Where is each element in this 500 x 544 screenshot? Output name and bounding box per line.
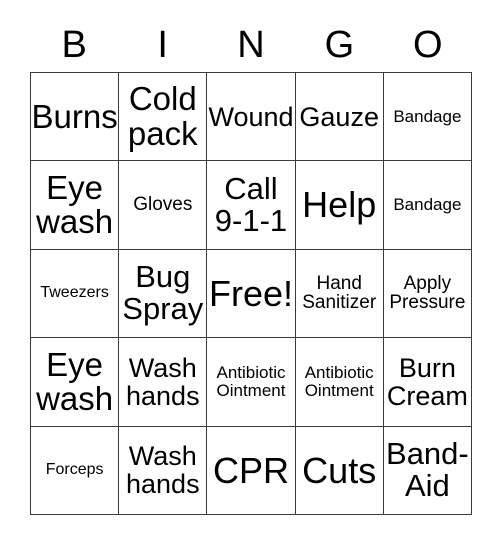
bingo-cell-label: Wash hands [126,352,200,411]
bingo-cell-label: Band- Aid [386,436,469,504]
bingo-cell[interactable]: Bandage [383,73,472,162]
bingo-cell[interactable]: Call 9-1-1 [207,161,296,250]
bingo-cell[interactable]: Gauze [295,73,384,162]
bingo-cell-label: Tweezers [40,284,109,302]
bingo-cell-label: Cuts [302,449,377,491]
bingo-cell-free[interactable]: Free! [207,249,296,339]
bingo-cell-label: Antibiotic Ointment [304,363,374,400]
bingo-cell[interactable]: Antibiotic Ointment [295,338,384,427]
bingo-cell-label: Call 9-1-1 [214,170,288,239]
bingo-card: B I N G O Burns Cold pack Wound Gauze Ba… [0,0,500,544]
bingo-cell-label: Free! [208,272,294,314]
bingo-cell[interactable]: Gloves [119,161,208,250]
bingo-cell[interactable]: Burn Cream [383,338,472,427]
bingo-cell[interactable]: Bug Spray [119,249,208,339]
bingo-cell-label: Bandage [393,106,462,126]
bingo-grid: Burns Cold pack Wound Gauze Bandage Eye … [30,72,472,515]
header-letter-i: I [157,24,168,66]
bingo-cell[interactable]: Tweezers [31,249,120,339]
bingo-cell-label: Eye wash [36,345,114,417]
bingo-cell-label: Bug Spray [122,259,204,327]
bingo-cell-label: Apply Pressure [389,272,466,314]
bingo-cell[interactable]: Band- Aid [383,426,472,515]
bingo-cell[interactable]: Forceps [31,426,120,515]
bingo-cell-label: Gauze [299,101,379,132]
bingo-cell-label: Forceps [45,460,104,478]
bingo-cell-label: Antibiotic Ointment [216,363,286,400]
bingo-header-row: B I N G O [30,18,472,72]
bingo-cell-label: Burn Cream [386,352,468,411]
bingo-cell-label: Eye wash [36,168,114,241]
bingo-cell[interactable]: Hand Sanitizer [295,249,384,339]
bingo-cell[interactable]: CPR [207,426,296,515]
bingo-cell-label: CPR [212,449,289,491]
bingo-cell-label: Help [302,184,377,226]
header-letter-n: N [237,24,265,66]
bingo-cell-label: Bandage [393,195,462,215]
bingo-cell[interactable]: Apply Pressure [383,249,472,339]
bingo-cell-label: Hand Sanitizer [302,272,377,314]
bingo-cell[interactable]: Cuts [295,426,384,515]
bingo-cell-label: Wound [208,101,294,132]
header-letter-b: B [61,24,87,66]
bingo-cell[interactable]: Wound [207,73,296,162]
bingo-cell[interactable]: Wash hands [119,426,208,515]
bingo-cell[interactable]: Bandage [383,161,472,250]
bingo-cell[interactable]: Wash hands [119,338,208,427]
bingo-cell[interactable]: Cold pack [119,73,208,162]
bingo-cell-label: Cold pack [127,80,198,152]
bingo-cell-label: Wash hands [126,441,200,500]
bingo-cell-label: Burns [31,97,118,135]
bingo-cell-label: Gloves [133,194,193,216]
bingo-cell[interactable]: Help [295,161,384,250]
bingo-cell[interactable]: Burns [31,73,120,162]
bingo-cell[interactable]: Eye wash [31,338,120,427]
bingo-cell[interactable]: Antibiotic Ointment [207,338,296,427]
header-letter-o: O [413,24,443,66]
header-letter-g: G [324,24,355,66]
bingo-cell[interactable]: Eye wash [31,161,120,250]
